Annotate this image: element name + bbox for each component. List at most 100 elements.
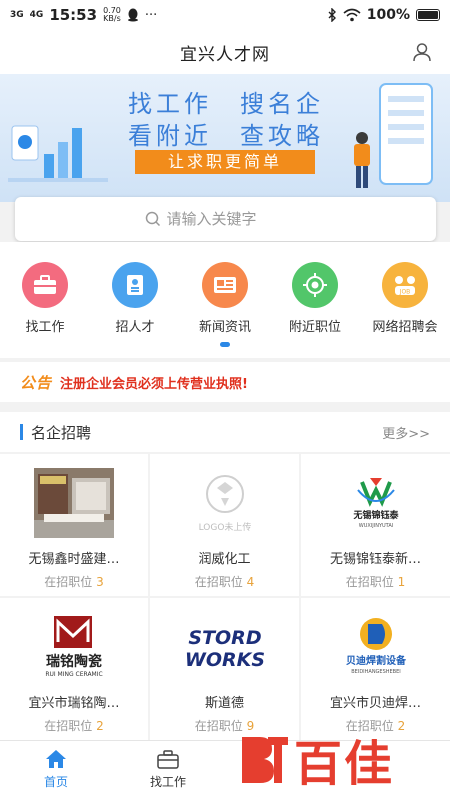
jobs-label: 在招职位 bbox=[44, 719, 93, 733]
watermark: 百佳 bbox=[238, 722, 448, 796]
resume-icon bbox=[112, 262, 158, 308]
app-header: 宜兴人才网 bbox=[0, 30, 450, 74]
promo-banner[interactable]: 找工作 搜名企 看附近 查攻略 让求职更简单 bbox=[0, 74, 450, 202]
carousel-indicator[interactable] bbox=[220, 342, 230, 347]
company-card[interactable]: 贝迪焊割设备 BEIDIHANGESHEBEI 宜兴市贝迪焊… 在招职位 2 bbox=[301, 598, 450, 740]
notice-bar[interactable]: 公告 注册企业会员必须上传营业执照! bbox=[0, 362, 450, 402]
location-target-icon bbox=[292, 262, 338, 308]
logo-text: 瑞铭陶瓷 bbox=[46, 653, 102, 670]
jobs-label: 在招职位 bbox=[194, 719, 243, 733]
network-speed: 0.70 KB/s bbox=[103, 7, 121, 23]
nav-label: 招人才 bbox=[115, 320, 155, 335]
open-positions: 在招职位 4 bbox=[195, 573, 254, 590]
nav-label: 新闻资讯 bbox=[198, 320, 251, 335]
tab-home[interactable]: 首页 bbox=[0, 741, 112, 800]
tab-label: 首页 bbox=[43, 775, 68, 789]
section-accent-bar bbox=[20, 424, 23, 440]
company-name: 润威化工 bbox=[198, 552, 251, 567]
wifi-icon bbox=[343, 8, 361, 22]
company-grid: 无锡鑫时盛建… 在招职位 3 LOGO未上传 润威化工 在招职位 4 无锡锦钰泰… bbox=[0, 454, 450, 740]
page-title: 宜兴人才网 bbox=[180, 44, 270, 65]
company-name: 斯道德 bbox=[204, 696, 244, 711]
phone-person-illustration bbox=[354, 83, 433, 188]
search-bar[interactable] bbox=[15, 197, 436, 241]
section-title: 名企招聘 bbox=[20, 422, 91, 443]
company-card[interactable]: 瑞铭陶瓷 RUI MING CERAMIC 宜兴市瑞铭陶… 在招职位 2 bbox=[0, 598, 148, 740]
company-card[interactable]: STORD WORKS 斯道德 在招职位 9 bbox=[150, 598, 299, 740]
logo-subtext: RUI MING CERAMIC bbox=[45, 671, 102, 678]
notice-text: 注册企业会员必须上传营业执照! bbox=[60, 376, 248, 392]
more-link[interactable]: 更多>> bbox=[382, 423, 430, 442]
tab-label: 找工作 bbox=[149, 775, 186, 789]
status-time: 15:53 bbox=[49, 6, 98, 24]
watermark-logo-icon bbox=[242, 737, 288, 783]
search-icon bbox=[145, 211, 160, 227]
svg-text:JOB: JOB bbox=[399, 289, 411, 296]
company-name: 宜兴市贝迪焊… bbox=[329, 696, 421, 711]
briefcase-icon bbox=[22, 262, 68, 308]
home-icon bbox=[46, 750, 66, 768]
jobs-label: 在招职位 bbox=[194, 575, 243, 589]
logo-subtext: BEIDIHANGESHEBEI bbox=[351, 669, 401, 675]
logo-text: 无锡锦钰泰 bbox=[352, 509, 399, 521]
logo-text-line-1: STORD bbox=[188, 627, 261, 649]
nav-label: 找工作 bbox=[25, 320, 65, 335]
logo-placeholder-text: LOGO未上传 bbox=[198, 521, 251, 533]
tab-find-job[interactable]: 找工作 bbox=[112, 741, 224, 800]
section-title-text: 名企招聘 bbox=[31, 423, 92, 442]
jobs-count: 3 bbox=[96, 575, 104, 589]
qq-icon bbox=[127, 8, 138, 22]
company-logo: STORD WORKS bbox=[181, 612, 269, 682]
jobs-count: 4 bbox=[246, 575, 255, 589]
logo-text: 贝迪焊割设备 bbox=[346, 654, 407, 667]
open-positions: 在招职位 1 bbox=[346, 573, 405, 590]
company-photo bbox=[30, 468, 118, 538]
company-logo: 瑞铭陶瓷 RUI MING CERAMIC bbox=[30, 612, 118, 682]
open-positions: 在招职位 3 bbox=[44, 573, 103, 590]
briefcase-icon bbox=[157, 750, 179, 769]
company-card[interactable]: LOGO未上传 润威化工 在招职位 4 bbox=[150, 454, 299, 596]
nav-find-job[interactable]: 找工作 bbox=[1, 262, 89, 335]
battery-icon bbox=[416, 9, 440, 21]
nav-label: 网络招聘会 bbox=[372, 320, 438, 335]
battery-percent: 100% bbox=[366, 7, 410, 23]
bluetooth-icon bbox=[328, 8, 336, 22]
notice-tag: 公告 bbox=[20, 373, 53, 392]
section-header: 名企招聘 更多>> bbox=[0, 412, 450, 452]
more-notifications: ··· bbox=[144, 7, 158, 23]
chart-illustration bbox=[8, 125, 108, 182]
logo-text-line-2: WORKS bbox=[184, 649, 264, 671]
banner-line-1: 找工作 搜名企 bbox=[128, 90, 324, 118]
jobs-count: 1 bbox=[397, 575, 406, 589]
company-logo: 贝迪焊割设备 BEIDIHANGESHEBEI bbox=[332, 612, 420, 682]
nav-recruit[interactable]: 招人才 bbox=[91, 262, 179, 335]
news-icon bbox=[202, 262, 248, 308]
jobs-label: 在招职位 bbox=[44, 575, 93, 589]
company-card[interactable]: 无锡鑫时盛建… 在招职位 3 bbox=[0, 454, 148, 596]
company-name: 无锡锦钰泰新… bbox=[329, 552, 421, 567]
nav-nearby-jobs[interactable]: 附近职位 bbox=[271, 262, 359, 335]
status-left: 3G 4G 15:53 0.70 KB/s ··· bbox=[10, 6, 157, 24]
jobs-count: 2 bbox=[96, 719, 104, 733]
speed-unit: KB/s bbox=[103, 14, 121, 23]
logo-placeholder: LOGO未上传 bbox=[181, 468, 269, 538]
company-logo: 无锡锦钰泰 WUXIJINYUTAI bbox=[332, 468, 420, 538]
user-icon[interactable] bbox=[412, 42, 432, 62]
company-name: 无锡鑫时盛建… bbox=[28, 552, 120, 567]
watermark-text: 百佳 bbox=[294, 736, 395, 792]
company-name: 宜兴市瑞铭陶… bbox=[28, 696, 120, 711]
nav-news[interactable]: 新闻资讯 bbox=[181, 262, 269, 335]
nav-label: 附近职位 bbox=[288, 320, 341, 335]
open-positions: 在招职位 2 bbox=[44, 717, 103, 734]
jobs-label: 在招职位 bbox=[345, 575, 394, 589]
status-right: 100% bbox=[327, 7, 440, 23]
search-input[interactable] bbox=[166, 210, 307, 228]
company-card[interactable]: 无锡锦钰泰 WUXIJINYUTAI 无锡锦钰泰新… 在招职位 1 bbox=[301, 454, 450, 596]
logo-subtext: WUXIJINYUTAI bbox=[358, 523, 392, 529]
network-4g: 4G bbox=[29, 10, 44, 20]
job-fair-icon: JOB bbox=[382, 262, 428, 308]
banner-slogan: 让求职更简单 bbox=[135, 150, 315, 174]
quick-nav: 找工作 招人才 新闻资讯 附近职位 JOB 网络招聘会 bbox=[0, 242, 450, 358]
nav-job-fair[interactable]: JOB 网络招聘会 bbox=[361, 262, 449, 335]
network-3g: 3G bbox=[10, 10, 24, 20]
